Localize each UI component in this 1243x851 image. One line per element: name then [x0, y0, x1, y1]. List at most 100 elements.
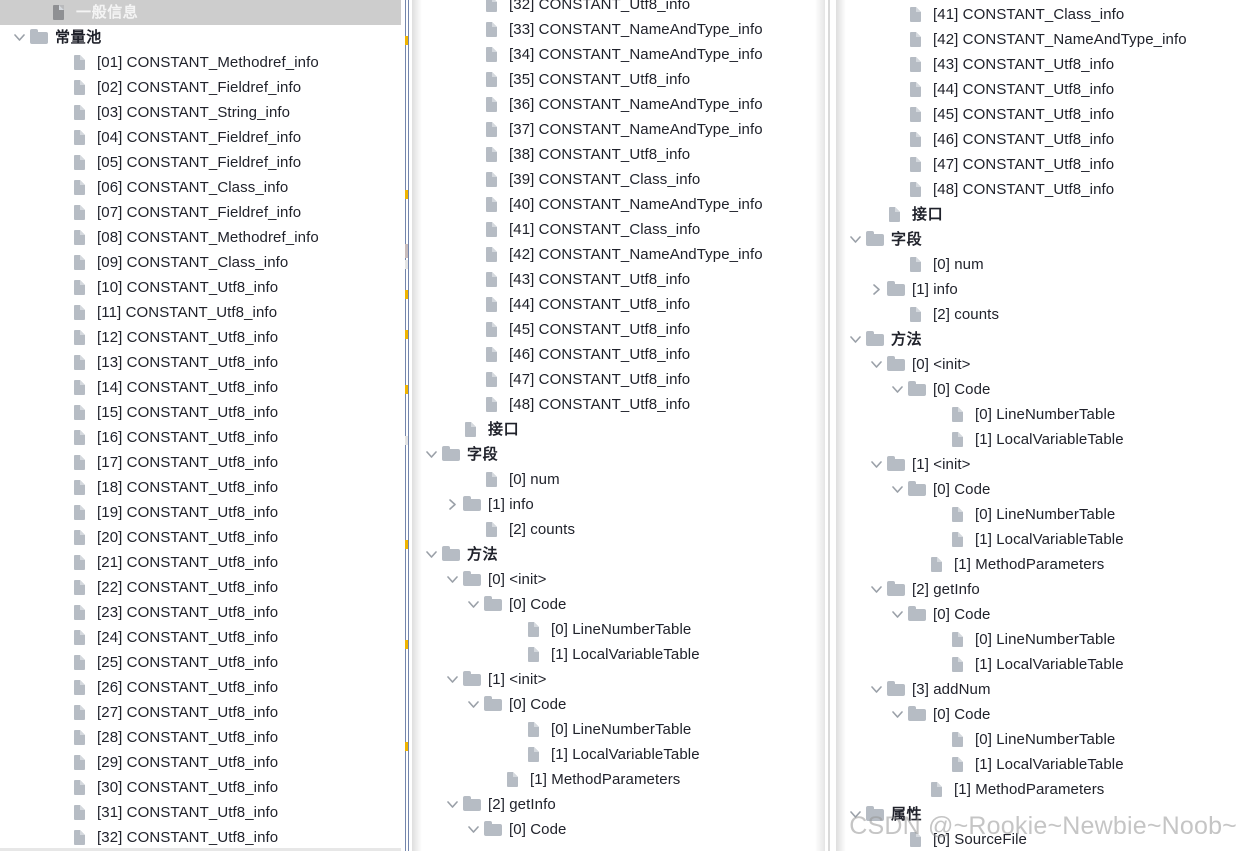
chevron-down-icon[interactable] [848, 802, 865, 827]
tree-rows-left[interactable]: 一般信息 常量池 [01] CONSTANT_Methodref_info [02] … [0, 0, 401, 850]
tree-row-file[interactable]: [0] num [836, 252, 1243, 277]
chevron-down-icon[interactable] [869, 352, 886, 377]
tree-row-file[interactable]: [10] CONSTANT_Utf8_info [0, 275, 401, 300]
chevron-down-icon[interactable] [466, 592, 483, 617]
tree-row-folder[interactable]: 属性 [836, 802, 1243, 827]
tree-row-folder[interactable]: [1] <init> [836, 452, 1243, 477]
tree-row-folder[interactable]: [0] Code [412, 592, 825, 617]
tree-row-folder[interactable]: [3] addNum [836, 677, 1243, 702]
tree-row-file[interactable]: [35] CONSTANT_Utf8_info [412, 67, 825, 92]
tree-row-file[interactable]: [11] CONSTANT_Utf8_info [0, 300, 401, 325]
tree-row-file[interactable]: [45] CONSTANT_Utf8_info [412, 317, 825, 342]
tree-row-file[interactable]: [42] CONSTANT_NameAndType_info [836, 27, 1243, 52]
tree-row-file[interactable]: [42] CONSTANT_NameAndType_info [412, 242, 825, 267]
tree-row-file[interactable]: [32] CONSTANT_Utf8_info [0, 825, 401, 850]
chevron-down-icon[interactable] [445, 567, 462, 592]
tree-row-folder[interactable]: [0] Code [412, 817, 825, 842]
tree-row-file[interactable]: [28] CONSTANT_Utf8_info [0, 725, 401, 750]
tree-row-file[interactable]: [48] CONSTANT_Utf8_info [836, 177, 1243, 202]
tree-row-file[interactable]: [0] LineNumberTable [836, 727, 1243, 752]
tree-row-folder[interactable]: 字段 [836, 227, 1243, 252]
tree-row-file[interactable]: [37] CONSTANT_NameAndType_info [412, 117, 825, 142]
chevron-down-icon[interactable] [890, 477, 907, 502]
tree-row-folder[interactable]: [2] getInfo [836, 577, 1243, 602]
tree-row-folder[interactable]: [0] Code [836, 602, 1243, 627]
tree-row-file[interactable]: 接口 [836, 202, 1243, 227]
chevron-down-icon[interactable] [890, 377, 907, 402]
tree-pane-left[interactable]: 一般信息 常量池 [01] CONSTANT_Methodref_info [02] … [0, 0, 401, 851]
tree-row-file[interactable]: [25] CONSTANT_Utf8_info [0, 650, 401, 675]
tree-row-folder[interactable]: [0] <init> [836, 352, 1243, 377]
tree-row-folder[interactable]: 方法 [836, 327, 1243, 352]
pane-divider-ruler-1[interactable] [401, 0, 412, 851]
tree-row-folder[interactable]: [0] Code [836, 702, 1243, 727]
tree-row-file[interactable]: [48] CONSTANT_Utf8_info [412, 392, 825, 417]
tree-row-file[interactable]: [29] CONSTANT_Utf8_info [0, 750, 401, 775]
tree-row-file[interactable]: [0] LineNumberTable [836, 502, 1243, 527]
chevron-down-icon[interactable] [869, 452, 886, 477]
chevron-down-icon[interactable] [466, 817, 483, 842]
chevron-down-icon[interactable] [869, 577, 886, 602]
tree-row-file[interactable]: [08] CONSTANT_Methodref_info [0, 225, 401, 250]
tree-rows-middle[interactable]: [32] CONSTANT_Utf8_info [33] CONSTANT_Nam… [412, 0, 825, 842]
tree-row-file[interactable]: [14] CONSTANT_Utf8_info [0, 375, 401, 400]
tree-row-file[interactable]: [32] CONSTANT_Utf8_info [412, 0, 825, 17]
chevron-down-icon[interactable] [424, 442, 441, 467]
tree-row-file[interactable]: [2] counts [836, 302, 1243, 327]
tree-pane-right[interactable]: [41] CONSTANT_Class_info [42] CONSTANT_Na… [836, 0, 1243, 851]
tree-row-file[interactable]: 接口 [412, 417, 825, 442]
tree-row-file[interactable]: [15] CONSTANT_Utf8_info [0, 400, 401, 425]
tree-row-file[interactable]: [40] CONSTANT_NameAndType_info [412, 192, 825, 217]
chevron-down-icon[interactable] [848, 327, 865, 352]
tree-row-file[interactable]: [1] LocalVariableTable [836, 427, 1243, 452]
pane-divider-ruler-2[interactable] [825, 0, 836, 851]
tree-row-file[interactable]: [36] CONSTANT_NameAndType_info [412, 92, 825, 117]
tree-row-file[interactable]: [2] counts [412, 517, 825, 542]
tree-row-file[interactable]: [1] LocalVariableTable [412, 742, 825, 767]
tree-row-folder[interactable]: 常量池 [0, 25, 401, 50]
tree-row-file[interactable]: [03] CONSTANT_String_info [0, 100, 401, 125]
tree-row-file[interactable]: [47] CONSTANT_Utf8_info [412, 367, 825, 392]
tree-row-file[interactable]: [24] CONSTANT_Utf8_info [0, 625, 401, 650]
tree-row-file[interactable]: [45] CONSTANT_Utf8_info [836, 102, 1243, 127]
tree-row-file[interactable]: [1] LocalVariableTable [836, 652, 1243, 677]
tree-row-file[interactable]: [18] CONSTANT_Utf8_info [0, 475, 401, 500]
tree-row-file[interactable]: [06] CONSTANT_Class_info [0, 175, 401, 200]
chevron-down-icon[interactable] [424, 542, 441, 567]
chevron-down-icon[interactable] [466, 692, 483, 717]
tree-row-file[interactable]: [0] LineNumberTable [412, 617, 825, 642]
tree-row-file[interactable]: [44] CONSTANT_Utf8_info [836, 77, 1243, 102]
tree-row-file[interactable]: [1] MethodParameters [836, 552, 1243, 577]
tree-row-file[interactable]: [0] SourceFile [836, 827, 1243, 851]
chevron-down-icon[interactable] [12, 25, 29, 50]
tree-row-file[interactable]: [0] LineNumberTable [412, 717, 825, 742]
tree-row-file[interactable]: [0] num [412, 467, 825, 492]
tree-row-file[interactable]: [01] CONSTANT_Methodref_info [0, 50, 401, 75]
chevron-right-icon[interactable] [445, 492, 462, 517]
tree-row-file[interactable]: [30] CONSTANT_Utf8_info [0, 775, 401, 800]
tree-rows-right[interactable]: [41] CONSTANT_Class_info [42] CONSTANT_Na… [836, 2, 1243, 851]
tree-row-file[interactable]: [31] CONSTANT_Utf8_info [0, 800, 401, 825]
tree-row-file[interactable]: [19] CONSTANT_Utf8_info [0, 500, 401, 525]
tree-row-file[interactable]: [21] CONSTANT_Utf8_info [0, 550, 401, 575]
chevron-right-icon[interactable] [869, 277, 886, 302]
chevron-down-icon[interactable] [848, 227, 865, 252]
tree-row-file[interactable]: [34] CONSTANT_NameAndType_info [412, 42, 825, 67]
tree-row-file[interactable]: [47] CONSTANT_Utf8_info [836, 152, 1243, 177]
chevron-down-icon[interactable] [445, 792, 462, 817]
tree-row-file[interactable]: [22] CONSTANT_Utf8_info [0, 575, 401, 600]
tree-row-folder[interactable]: 方法 [412, 542, 825, 567]
tree-row-file[interactable]: [1] LocalVariableTable [836, 752, 1243, 777]
tree-row-file[interactable]: [1] LocalVariableTable [836, 527, 1243, 552]
tree-row-file[interactable]: [12] CONSTANT_Utf8_info [0, 325, 401, 350]
tree-pane-middle[interactable]: [32] CONSTANT_Utf8_info [33] CONSTANT_Nam… [412, 0, 825, 851]
tree-row-file[interactable]: [46] CONSTANT_Utf8_info [836, 127, 1243, 152]
tree-row-file[interactable]: [39] CONSTANT_Class_info [412, 167, 825, 192]
tree-row-file[interactable]: [07] CONSTANT_Fieldref_info [0, 200, 401, 225]
tree-row-file[interactable]: [44] CONSTANT_Utf8_info [412, 292, 825, 317]
tree-row-file[interactable]: [20] CONSTANT_Utf8_info [0, 525, 401, 550]
tree-row-file[interactable]: [23] CONSTANT_Utf8_info [0, 600, 401, 625]
tree-row-file[interactable]: [26] CONSTANT_Utf8_info [0, 675, 401, 700]
tree-row-file[interactable]: [1] MethodParameters [412, 767, 825, 792]
tree-row-file[interactable]: [41] CONSTANT_Class_info [412, 217, 825, 242]
